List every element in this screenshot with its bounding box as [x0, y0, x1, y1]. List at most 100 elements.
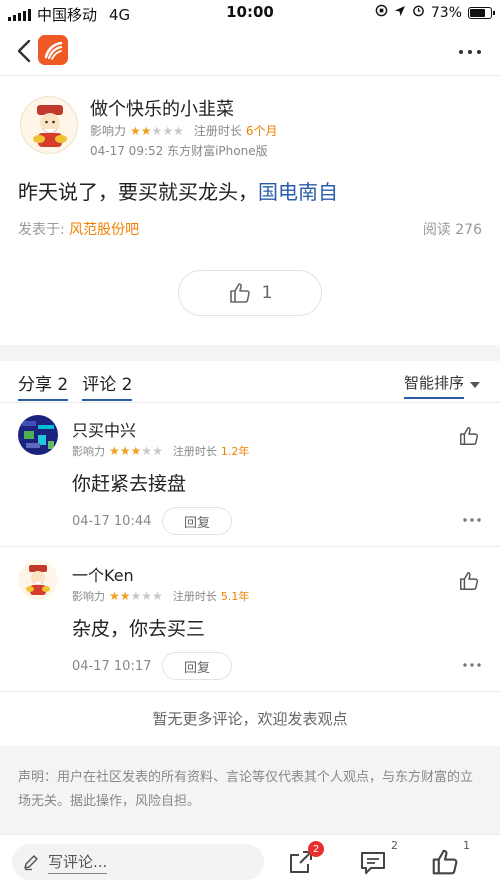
comment-time: 04-17 10:44 [72, 514, 152, 529]
post-body: 昨天说了，要买就买龙头，国电南自 [18, 176, 338, 205]
more-dots-icon [459, 50, 481, 54]
comment-author-name[interactable]: 一个Ken [72, 562, 134, 586]
post-time-device: 04-17 09:52 东方财富iPhone版 [90, 144, 268, 158]
influence-stars: ★ ★ ★ ★ ★ [109, 444, 163, 458]
chevron-left-icon [17, 39, 31, 63]
bottom-bar: 写评论... 2 2 1 [0, 834, 500, 888]
comment-icon [361, 852, 385, 874]
star-empty-icon: ★ [152, 444, 163, 458]
star-filled-icon: ★ [140, 123, 152, 138]
app-logo-icon[interactable] [38, 35, 68, 65]
reg-value: 6个月 [245, 124, 278, 138]
star-empty-icon: ★ [141, 589, 153, 603]
comment-divider [0, 546, 500, 547]
comment-time: 04-17 10:17 [72, 659, 152, 674]
influence-label: 影响力 [72, 445, 105, 458]
pencil-icon [24, 855, 38, 871]
star-empty-icon: ★ [152, 589, 163, 603]
comment-item: 一个Ken 影响力 ★ ★ ★ ★ ★ 注册时长 5.1年 杂皮，你去买三 04-17 … [0, 548, 500, 692]
reg-value: 1.2年 [220, 445, 250, 458]
star-filled-icon: ★ [109, 589, 120, 603]
more-dots-icon [463, 518, 481, 522]
no-more-comments: 暂无更多评论，欢迎发表观点 [152, 710, 348, 728]
thumbs-up-icon [460, 427, 479, 445]
comment-like-button[interactable] [458, 570, 480, 592]
comment-tabs: 分享 2 评论 2 [18, 370, 133, 401]
star-filled-icon: ★ [119, 444, 131, 458]
post-source: 发表于: 风范股份吧 [18, 219, 139, 239]
comment-item: 只买中兴 影响力 ★ ★ ★ ★ ★ 注册时长 1.2年 你赶紧去接盘 04-17 10… [0, 403, 500, 547]
post-author-meta: 影响力 ★ ★ ★ ★ ★ 注册时长 6个月 [90, 122, 278, 139]
star-filled-icon: ★ [119, 589, 131, 603]
alarm-icon [412, 4, 425, 21]
battery-icon [468, 6, 495, 19]
reg-value: 5.1年 [220, 590, 250, 603]
write-comment-placeholder: 写评论... [48, 851, 108, 874]
reg-label: 注册时长 [172, 445, 217, 458]
read-count: 阅读 276 [422, 222, 482, 238]
star-empty-icon: ★ [151, 123, 163, 138]
more-dots-icon [463, 663, 481, 667]
comment-author-meta: 影响力 ★ ★ ★ ★ ★ 注册时长 5.1年 [72, 588, 249, 604]
reg-label: 注册时长 [172, 590, 217, 603]
comment-more-button[interactable] [462, 654, 482, 672]
sort-label: 智能排序 [403, 372, 465, 399]
comment-author-meta: 影响力 ★ ★ ★ ★ ★ 注册时长 1.2年 [72, 443, 249, 459]
influence-label: 影响力 [90, 124, 127, 138]
thumbs-up-icon [460, 572, 479, 590]
star-empty-icon: ★ [141, 444, 153, 458]
section-gap [0, 345, 500, 361]
influence-stars: ★ ★ ★ ★ ★ [130, 124, 184, 138]
thumbs-up-icon [432, 849, 458, 875]
more-options-button[interactable] [458, 40, 482, 61]
source-bar-link[interactable]: 风范股份吧 [69, 222, 139, 238]
post-like-button[interactable]: 1 [178, 270, 322, 316]
battery-percent: 73% [430, 4, 462, 21]
post-body-text: 昨天说了，要买就买龙头， [18, 180, 258, 204]
influence-label: 影响力 [72, 590, 105, 603]
comment-more-button[interactable] [462, 509, 482, 527]
reg-label: 注册时长 [193, 124, 242, 138]
orientation-lock-icon [375, 4, 388, 21]
comment-text: 杂皮，你去买三 [72, 618, 206, 640]
comment-divider [0, 691, 500, 692]
comment-text: 你赶紧去接盘 [72, 473, 187, 495]
comment-avatar[interactable] [18, 415, 58, 455]
disclaimer-text: 声明：用户在社区发表的所有资料、言论等仅代表其个人观点，与东方财富的立场无关。据… [18, 770, 474, 809]
share-button[interactable]: 2 [286, 841, 324, 877]
comment-author-name[interactable]: 只买中兴 [72, 417, 136, 441]
post-author-avatar[interactable] [20, 96, 78, 154]
nav-bar [0, 26, 500, 76]
comment-button[interactable]: 2 [358, 839, 398, 877]
star-filled-icon: ★ [130, 444, 142, 458]
status-bar: 中国移动 4G 10:00 73% [0, 0, 500, 26]
source-label: 发表于: [18, 222, 65, 238]
like-button[interactable]: 1 [430, 839, 470, 877]
comment-count-badge: 2 [391, 839, 398, 852]
sort-dropdown[interactable]: 智能排序 [403, 372, 480, 399]
comment-like-button[interactable] [458, 425, 480, 447]
star-empty-icon: ★ [162, 123, 174, 138]
thumbs-up-icon [229, 283, 250, 303]
post-author-name[interactable]: 做个快乐的小韭菜 [90, 95, 234, 121]
reply-button[interactable]: 回复 [162, 507, 232, 535]
status-right: 73% [375, 4, 495, 21]
star-empty-icon: ★ [173, 123, 184, 138]
influence-stars: ★ ★ ★ ★ ★ [109, 589, 163, 603]
tab-share[interactable]: 分享 2 [18, 370, 69, 401]
caret-down-icon [470, 381, 480, 388]
comment-avatar[interactable] [18, 560, 58, 600]
back-button[interactable] [14, 37, 36, 65]
star-filled-icon: ★ [109, 444, 120, 458]
post-like-count: 1 [261, 283, 273, 303]
write-comment-input[interactable]: 写评论... [12, 844, 264, 880]
reply-button[interactable]: 回复 [162, 652, 232, 680]
star-empty-icon: ★ [130, 589, 142, 603]
share-count-badge: 2 [308, 841, 324, 857]
star-filled-icon: ★ [130, 123, 141, 138]
like-count-badge: 1 [463, 839, 470, 852]
location-icon [394, 5, 406, 21]
disclaimer: 声明：用户在社区发表的所有资料、言论等仅代表其个人观点，与东方财富的立场无关。据… [0, 746, 500, 834]
tab-comment[interactable]: 评论 2 [82, 370, 133, 401]
stock-link[interactable]: 国电南自 [258, 180, 338, 204]
